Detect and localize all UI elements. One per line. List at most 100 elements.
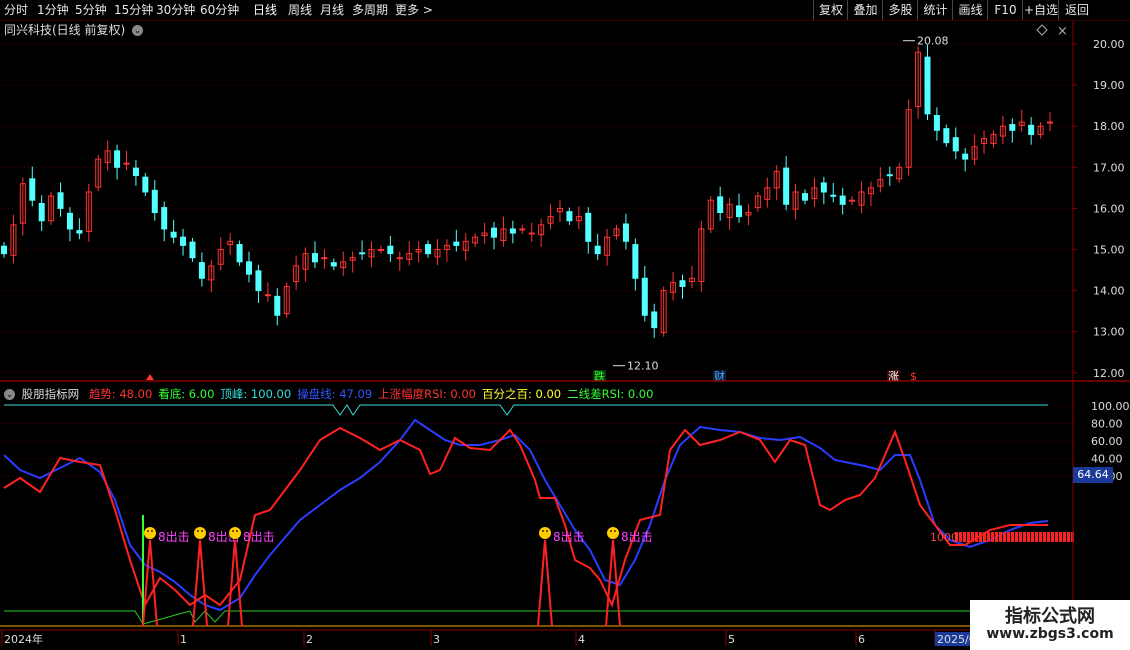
signal-dash: [1039, 532, 1042, 542]
candle-body: [396, 257, 403, 260]
period-tab-10[interactable]: 更多 >: [395, 0, 433, 20]
watermark-title: 指标公式网: [1005, 606, 1095, 627]
candle-body: [622, 223, 629, 242]
price-tick-label: 15.00: [1093, 244, 1125, 257]
signal-dash: [975, 532, 978, 542]
indicator-header: ⌄ 股朋指标网 趋势: 48.00 看底: 6.00 顶峰: 100.00 操盘线: …: [4, 386, 659, 402]
candle-body: [839, 195, 846, 205]
toolbar-button-1[interactable]: 叠加: [847, 0, 883, 20]
smiley-eye: [197, 530, 199, 532]
signal-label: 8出击: [621, 530, 653, 544]
date-tick-label: 6: [858, 633, 865, 646]
signal-dash: [1051, 532, 1054, 542]
period-tab-8[interactable]: 月线: [320, 0, 344, 20]
candle-body: [924, 56, 931, 115]
price-tick-label: 13.00: [1093, 326, 1125, 339]
candle-body: [189, 241, 196, 259]
signal-dash: [983, 532, 986, 542]
signal-dash: [967, 532, 970, 542]
grid-lines: [0, 43, 1073, 477]
indicator-legend-4: 上涨幅度RSI: 0.00: [378, 387, 476, 401]
smiley-icon: [539, 527, 551, 539]
signal-dash: [959, 532, 962, 542]
candlestick-series: 20.0812.10跌财涨 $: [1, 35, 1053, 383]
candle-body: [566, 211, 573, 222]
smiley-icon: [229, 527, 241, 539]
signal-dash: [1055, 532, 1058, 542]
candle-body: [453, 241, 460, 246]
signal-dash: [1059, 532, 1062, 542]
period-tab-4[interactable]: 30分钟: [156, 0, 195, 20]
stock-title-text: 同兴科技(日线 前复权): [4, 23, 126, 37]
period-tab-9[interactable]: 多周期: [352, 0, 388, 20]
operate-line: [3, 418, 1049, 612]
period-tab-2[interactable]: 5分钟: [75, 0, 107, 20]
period-tab-7[interactable]: 周线: [288, 0, 312, 20]
candle-body: [255, 270, 262, 292]
period-tab-1[interactable]: 1分钟: [37, 0, 69, 20]
indicator-tick-label: 40.00: [1091, 453, 1123, 466]
candle-body: [528, 232, 535, 235]
candle-body: [736, 205, 743, 218]
signal-dash: [963, 532, 966, 542]
watermark-url: www.zbgs3.com: [986, 626, 1114, 642]
toolbar-button-6[interactable]: +自选: [1022, 0, 1059, 20]
indicator-name[interactable]: 股朋指标网: [22, 387, 80, 401]
signal-dash: [1063, 532, 1066, 542]
smiley-eye: [542, 530, 544, 532]
price-tick-label: 14.00: [1093, 285, 1125, 298]
smiley-eye: [232, 530, 234, 532]
candle-body: [387, 245, 394, 255]
signal-dash: [1007, 532, 1010, 542]
price-tick-label: 18.00: [1093, 120, 1125, 133]
candle-body: [491, 227, 498, 238]
candle-body: [311, 253, 318, 263]
toolbar-button-2[interactable]: 多股: [882, 0, 918, 20]
chevron-down-icon[interactable]: ⌄: [4, 389, 15, 400]
price-tick-label: 19.00: [1093, 79, 1125, 92]
candle-body: [933, 115, 940, 131]
smiley-icon: [607, 527, 619, 539]
signal-spike: [142, 539, 158, 627]
candle-body: [236, 244, 243, 263]
up-arrow-icon: [146, 374, 154, 380]
period-tab-6[interactable]: 日线: [253, 0, 277, 20]
candle-body: [170, 231, 177, 238]
period-tab-0[interactable]: 分时: [4, 0, 28, 20]
toolbar-button-5[interactable]: F10: [987, 0, 1023, 20]
candle-body: [830, 194, 837, 197]
signal-dash: [1027, 532, 1030, 542]
trend-line: [3, 426, 1048, 608]
smiley-eye: [236, 530, 238, 532]
candle-body: [123, 162, 130, 165]
candle-body: [151, 189, 158, 214]
candle-body: [641, 277, 648, 316]
signal-dash: [1019, 532, 1022, 542]
price-tick-label: 17.00: [1093, 161, 1125, 174]
signal-dash: [995, 532, 998, 542]
date-tick-label: 4: [578, 633, 585, 646]
indicator-tick-label: 80.00: [1091, 418, 1123, 431]
toolbar-button-4[interactable]: 画线: [952, 0, 988, 20]
signal-dash: [991, 532, 994, 542]
candle-body: [38, 202, 45, 222]
candle-body: [519, 228, 526, 231]
smiley-eye: [610, 530, 612, 532]
period-toolbar: 分时 1分钟 5分钟 15分钟 30分钟 60分钟 日线 周线 月线 多周期 更多 > 复权 叠加 多股统…: [0, 0, 1130, 21]
date-tick-label: 5: [728, 633, 735, 646]
candle-body: [359, 252, 366, 255]
candle-body: [425, 244, 432, 255]
chevron-down-icon[interactable]: ⌄: [132, 25, 144, 36]
toolbar-button-3[interactable]: 统计: [917, 0, 953, 20]
toolbar-button-7[interactable]: 返回: [1058, 0, 1095, 20]
candle-body: [66, 212, 73, 230]
date-tick-label: 2: [306, 633, 313, 646]
price-tick-label: 12.00: [1093, 367, 1125, 380]
candle-body: [29, 178, 36, 201]
toolbar-button-0[interactable]: 复权: [813, 0, 848, 20]
period-tab-3[interactable]: 15分钟: [114, 0, 153, 20]
chart-canvas: 20.0812.10跌财涨 $ 8出击 8出击 8出击 8出击 8出击 1000 20.00…: [0, 20, 1130, 646]
signal-dash: [979, 532, 982, 542]
candle-body: [849, 199, 856, 202]
period-tab-5[interactable]: 60分钟: [200, 0, 239, 20]
